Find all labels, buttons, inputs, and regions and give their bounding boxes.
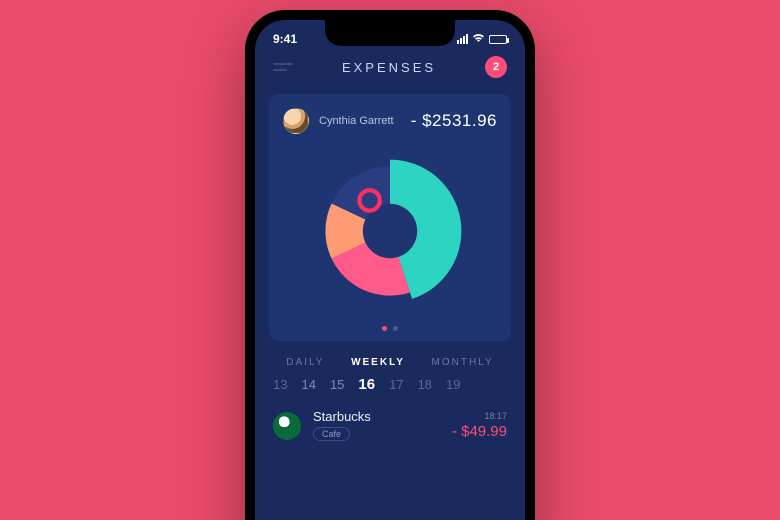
date-item[interactable]: 19: [446, 377, 460, 392]
period-tab-daily[interactable]: DAILY: [286, 357, 324, 368]
date-item[interactable]: 13: [273, 377, 287, 392]
app-header: EXPENSES 2: [255, 50, 525, 88]
date-item[interactable]: 17: [389, 377, 403, 392]
merchant-name: Starbucks: [313, 409, 371, 424]
merchant-icon: [273, 412, 301, 440]
transaction-amount: - $49.99: [452, 423, 507, 440]
date-item[interactable]: 15: [330, 377, 344, 392]
pager-dot[interactable]: [382, 326, 387, 331]
battery-icon: [489, 35, 507, 44]
date-item[interactable]: 16: [358, 376, 375, 393]
phone-frame: 9:41 EXPENSES 2 Cynthia Garrett - $2531.…: [245, 10, 535, 520]
user-row: Cynthia Garrett - $2531.96: [283, 108, 497, 134]
transaction-row[interactable]: Starbucks Cafe 18:17 - $49.99: [255, 403, 525, 456]
notch: [325, 20, 455, 46]
menu-icon[interactable]: [273, 63, 293, 71]
signal-icon: [457, 34, 468, 44]
page-title: EXPENSES: [342, 60, 436, 75]
notification-badge[interactable]: 2: [485, 56, 507, 78]
transaction-time: 18:17: [452, 411, 507, 421]
screen: 9:41 EXPENSES 2 Cynthia Garrett - $2531.…: [255, 20, 525, 520]
total-amount: - $2531.96: [411, 111, 497, 131]
summary-card: Cynthia Garrett - $2531.96: [269, 94, 511, 341]
pager-dots[interactable]: [283, 322, 497, 331]
period-tab-weekly[interactable]: WEEKLY: [351, 357, 405, 368]
status-time: 9:41: [273, 32, 297, 46]
avatar[interactable]: [283, 108, 309, 134]
date-item[interactable]: 14: [301, 377, 315, 392]
period-tab-monthly[interactable]: MONTHLY: [432, 357, 494, 368]
category-tag: Cafe: [313, 427, 350, 441]
user-name: Cynthia Garrett: [319, 115, 394, 127]
date-strip: 13 14 15 16 17 18 19: [255, 374, 525, 403]
donut-chart[interactable]: [283, 134, 497, 322]
period-tabs: DAILY WEEKLY MONTHLY: [255, 349, 525, 374]
wifi-icon: [472, 33, 485, 46]
status-right: [457, 33, 507, 46]
pager-dot[interactable]: [393, 326, 398, 331]
date-item[interactable]: 18: [418, 377, 432, 392]
